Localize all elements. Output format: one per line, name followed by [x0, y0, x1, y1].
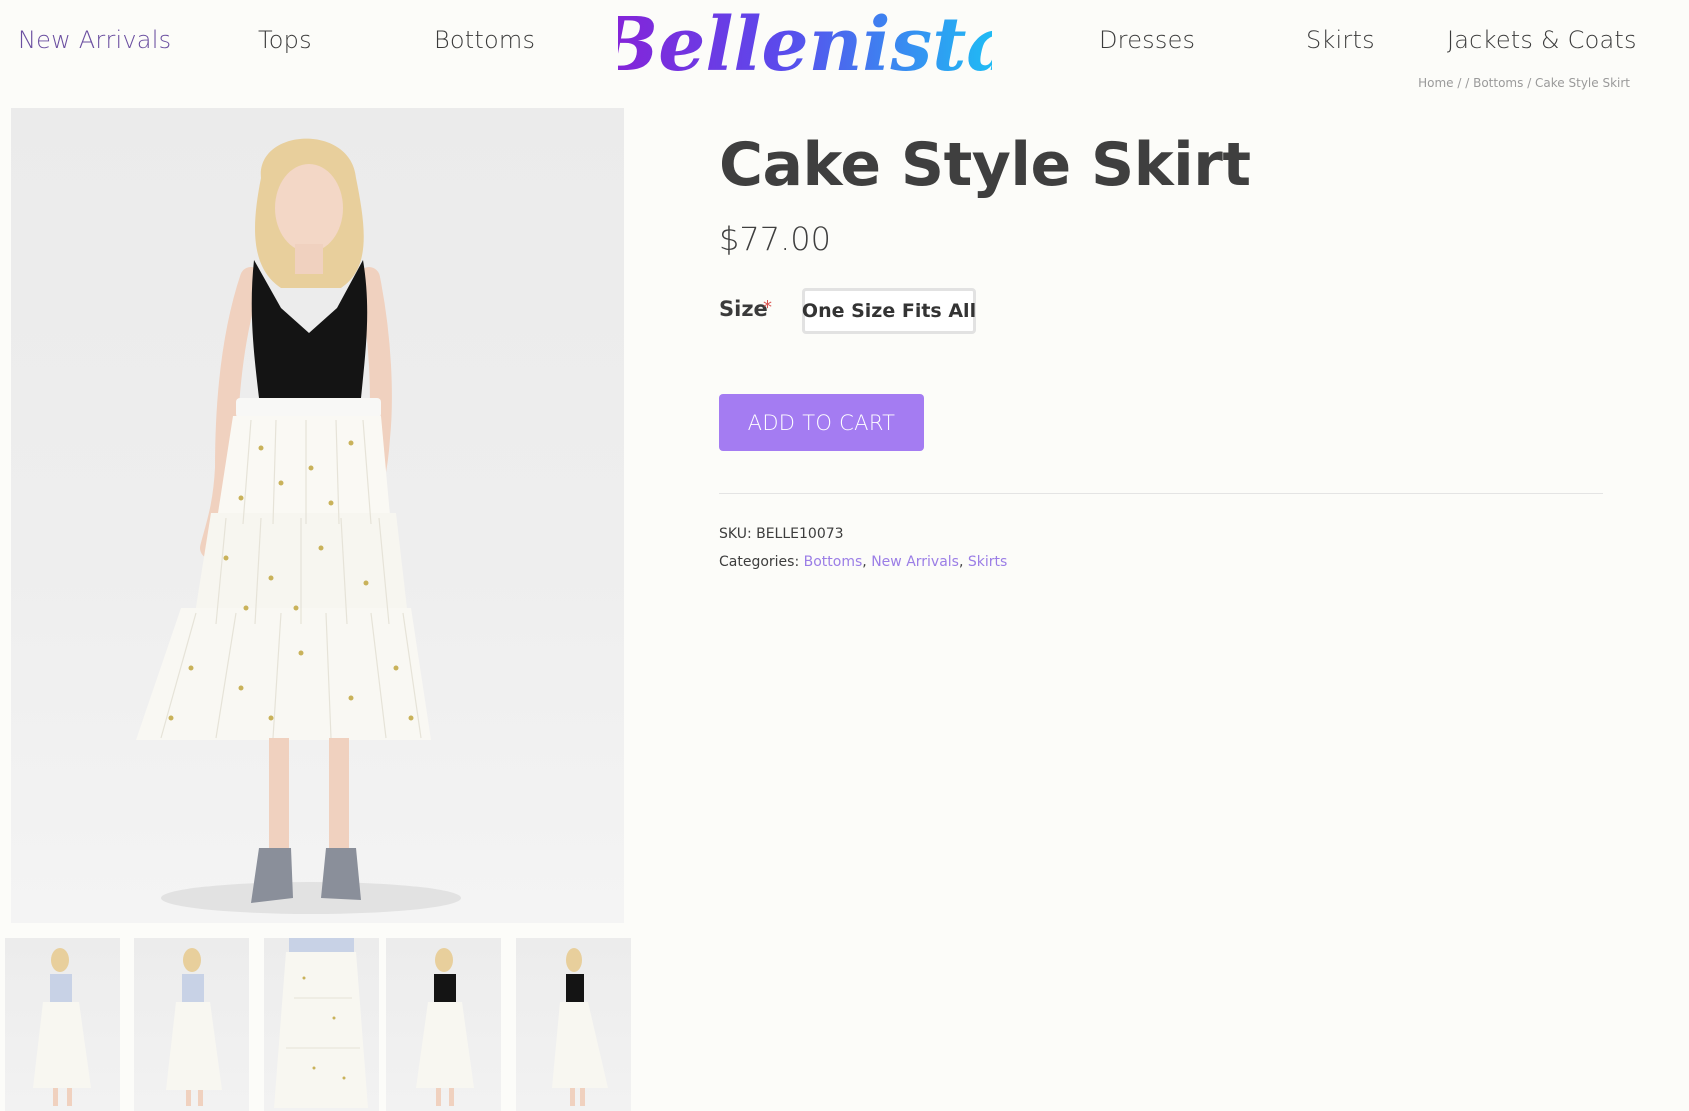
categories-label: Categories:	[719, 554, 800, 570]
add-to-cart-button[interactable]: ADD TO CART	[719, 394, 924, 451]
nav-skirts[interactable]: Skirts	[1306, 26, 1375, 54]
thumbnail-image	[33, 948, 91, 1106]
category-link-skirts[interactable]: Skirts	[968, 554, 1007, 570]
nav-bottoms[interactable]: Bottoms	[434, 26, 535, 54]
breadcrumb-separator: /	[1465, 76, 1474, 90]
product-price: $77.00	[719, 220, 831, 258]
thumbnail-image	[416, 948, 474, 1106]
thumbnail-3[interactable]	[264, 938, 379, 1111]
divider	[719, 493, 1603, 494]
nav-dresses[interactable]: Dresses	[1099, 26, 1195, 54]
sku-value: BELLE10073	[756, 526, 844, 542]
breadcrumb: Home / / Bottoms / Cake Style Skirt	[1418, 76, 1630, 90]
thumbnail-4[interactable]	[386, 938, 501, 1111]
product-title: Cake Style Skirt	[719, 130, 1251, 200]
size-option-one-size[interactable]: One Size Fits All	[802, 288, 976, 334]
model-photo	[136, 138, 461, 914]
category-separator: ,	[958, 554, 968, 570]
category-link-new-arrivals[interactable]: New Arrivals	[871, 554, 959, 570]
category-separator: ,	[862, 554, 872, 570]
breadcrumb-bottoms[interactable]: Bottoms	[1473, 76, 1523, 90]
site-logo[interactable]: Bellenista	[618, 0, 992, 88]
nav-new-arrivals[interactable]: New Arrivals	[18, 26, 171, 54]
thumbnail-image	[274, 938, 368, 1108]
breadcrumb-separator: /	[1453, 76, 1466, 90]
product-categories: Categories: Bottoms, New Arrivals, Skirt…	[719, 554, 1007, 570]
logo-wordmark: Bellenista	[618, 2, 992, 88]
breadcrumb-home[interactable]: Home	[1418, 76, 1453, 90]
nav-jackets-coats[interactable]: Jackets & Coats	[1447, 26, 1637, 54]
nav-tops[interactable]: Tops	[258, 26, 312, 54]
category-link-bottoms[interactable]: Bottoms	[804, 554, 863, 570]
thumbnail-image	[166, 948, 222, 1106]
required-marker: *	[763, 297, 772, 318]
thumbnail-image	[552, 948, 608, 1106]
sku-label: SKU:	[719, 526, 752, 542]
thumbnail-1[interactable]	[5, 938, 120, 1111]
product-sku: SKU: BELLE10073	[719, 526, 844, 542]
thumbnail-5[interactable]	[516, 938, 631, 1111]
thumbnail-strip	[5, 938, 631, 1111]
breadcrumb-separator: /	[1523, 76, 1536, 90]
breadcrumb-current: Cake Style Skirt	[1535, 76, 1630, 90]
size-label: Size	[719, 297, 768, 321]
product-main-image[interactable]	[11, 108, 624, 923]
thumbnail-2[interactable]	[134, 938, 249, 1111]
svg-text:Bellenista: Bellenista	[618, 2, 992, 88]
product-page: New Arrivals Tops Bottoms Bellenista Dre…	[0, 0, 1689, 1111]
